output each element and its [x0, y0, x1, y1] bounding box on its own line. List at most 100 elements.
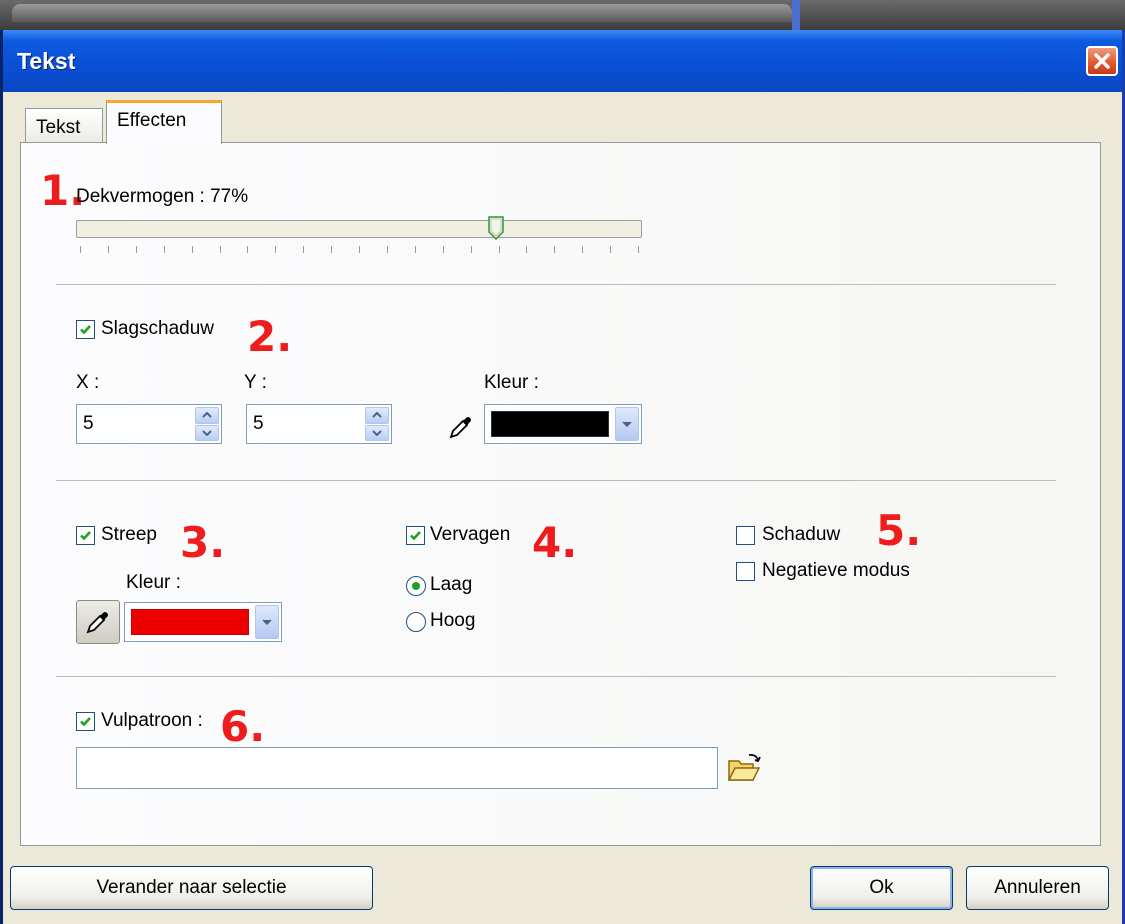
slider-tick: [135, 246, 137, 253]
laag-radio[interactable]: [406, 576, 426, 596]
change-to-selection-label: Verander naar selectie: [96, 877, 287, 898]
slider-tick: [414, 246, 416, 253]
annotation-marker-4: 4.: [532, 518, 578, 567]
stroke-color-dropdown-button[interactable]: [255, 605, 279, 639]
slider-tick: [331, 246, 333, 253]
slider-tick: [470, 246, 472, 253]
streep-checkbox[interactable]: [76, 526, 95, 545]
shadow-color-swatch: [491, 411, 609, 437]
spin-down-icon: [202, 430, 212, 436]
slider-tick: [638, 246, 639, 253]
separator: [56, 480, 1056, 481]
y-offset-value: 5: [253, 413, 264, 434]
ok-button[interactable]: Ok: [810, 866, 953, 910]
vulpatroon-checkbox[interactable]: [76, 712, 95, 731]
tab-effecten-label: Effecten: [117, 110, 187, 131]
slider-tick: [442, 246, 444, 253]
negatieve-modus-checkbox[interactable]: [736, 562, 755, 581]
slider-tick: [107, 246, 109, 253]
spin-up-icon: [372, 412, 382, 418]
negatieve-modus-label: Negatieve modus: [762, 560, 910, 581]
chevron-down-icon: [262, 619, 272, 625]
slider-tick: [582, 246, 584, 253]
opacity-slider-thumb[interactable]: [487, 216, 504, 240]
y-spin-up-button[interactable]: [365, 407, 389, 424]
annotation-marker-5: 5.: [876, 506, 922, 555]
tab-tekst[interactable]: Tekst: [25, 108, 103, 142]
slagschaduw-label: Slagschaduw: [101, 318, 215, 339]
slider-tick: [498, 246, 500, 253]
slider-tick: [80, 246, 81, 253]
browse-folder-button[interactable]: [726, 752, 762, 784]
checkmark-icon: [80, 325, 91, 335]
slider-tick: [191, 246, 193, 253]
open-folder-icon: [727, 753, 761, 781]
separator: [56, 676, 1056, 677]
close-button[interactable]: [1086, 46, 1118, 76]
title-bar[interactable]: Tekst: [3, 30, 1122, 92]
vulpatroon-label: Vulpatroon :: [101, 710, 203, 731]
tab-effecten[interactable]: Effecten: [106, 100, 222, 144]
effecten-panel: [20, 142, 1101, 846]
slider-tick: [275, 246, 277, 253]
stroke-color-picker-button[interactable]: [76, 600, 120, 644]
stroke-color-label: Kleur :: [126, 572, 181, 593]
slider-tick: [163, 246, 165, 253]
background-toolbar: [12, 4, 792, 22]
annotation-marker-2: 2.: [247, 312, 293, 361]
hoog-radio[interactable]: [406, 612, 426, 632]
slider-tick: [526, 246, 528, 253]
x-offset-value: 5: [83, 413, 94, 434]
separator: [56, 284, 1056, 285]
radio-selected-dot: [412, 582, 420, 590]
annotation-marker-6: 6.: [220, 702, 266, 751]
x-offset-spinner[interactable]: 5: [76, 404, 222, 444]
hoog-label: Hoog: [430, 610, 476, 631]
schaduw-label: Schaduw: [762, 524, 841, 545]
cancel-button[interactable]: Annuleren: [966, 866, 1109, 910]
slider-tick: [386, 246, 388, 253]
streep-label: Streep: [101, 524, 157, 545]
y-offset-spinner[interactable]: 5: [246, 404, 392, 444]
spin-up-icon: [202, 412, 212, 418]
eyedropper-icon: [86, 612, 108, 634]
spin-down-icon: [372, 430, 382, 436]
vervagen-checkbox[interactable]: [406, 526, 425, 545]
fill-pattern-path-input[interactable]: [76, 747, 718, 789]
slider-tick: [247, 246, 249, 253]
stroke-color-dropdown[interactable]: [124, 602, 282, 642]
checkmark-icon: [80, 531, 91, 541]
background-divider: [792, 0, 800, 30]
tab-tekst-label: Tekst: [36, 117, 81, 138]
shadow-color-dropdown-button[interactable]: [615, 407, 639, 441]
annotation-marker-3: 3.: [180, 518, 226, 567]
checkmark-icon: [410, 531, 421, 541]
close-icon: [1094, 53, 1110, 69]
laag-label: Laag: [430, 574, 473, 595]
opacity-label: Dekvermogen : 77%: [76, 186, 249, 207]
slider-tick: [219, 246, 221, 253]
x-label: X :: [76, 372, 100, 393]
slider-tick: [554, 246, 556, 253]
background-window-strip: [0, 0, 1125, 30]
eyedropper-icon: [449, 417, 471, 439]
ok-label: Ok: [869, 877, 894, 898]
shadow-color-label: Kleur :: [484, 372, 539, 393]
slider-tick: [359, 246, 360, 253]
x-spin-up-button[interactable]: [195, 407, 219, 424]
slider-tick: [610, 246, 612, 253]
schaduw-checkbox[interactable]: [736, 526, 755, 545]
dialog-title: Tekst: [17, 48, 76, 74]
shadow-color-dropdown[interactable]: [484, 404, 642, 444]
x-spin-down-button[interactable]: [195, 424, 219, 441]
shadow-color-picker-button[interactable]: [446, 412, 476, 442]
vervagen-label: Vervagen: [430, 524, 511, 545]
y-spin-down-button[interactable]: [365, 424, 389, 441]
checkmark-icon: [80, 717, 91, 727]
cancel-label: Annuleren: [994, 877, 1081, 898]
y-label: Y :: [244, 372, 267, 393]
change-to-selection-button[interactable]: Verander naar selectie: [10, 866, 373, 910]
opacity-slider-track[interactable]: [76, 220, 642, 238]
slagschaduw-checkbox[interactable]: [76, 320, 95, 339]
slider-tick: [303, 246, 305, 253]
